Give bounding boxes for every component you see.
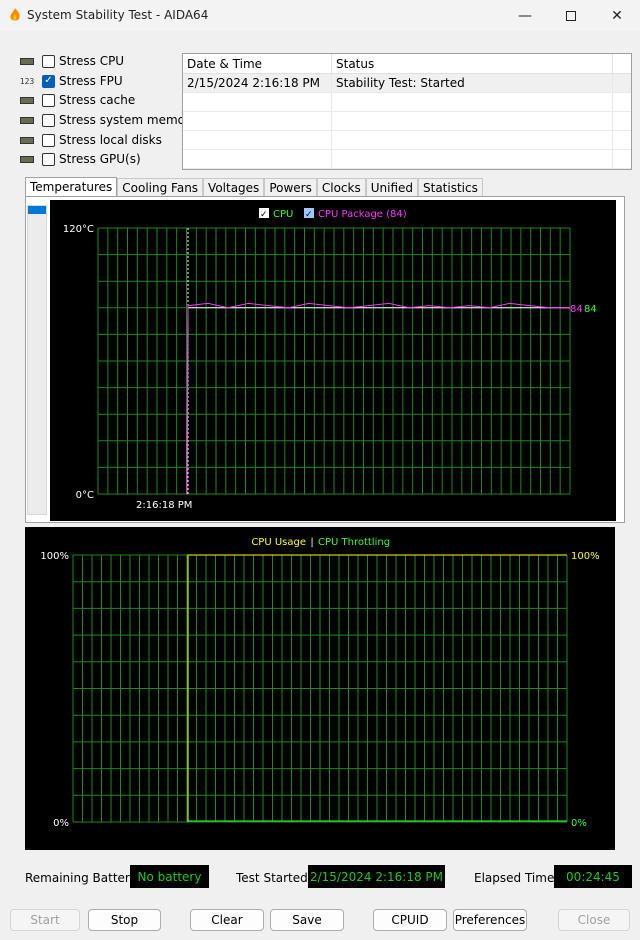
stress-option-label: Stress CPU <box>59 54 125 68</box>
cpu-chip-icon <box>18 54 36 68</box>
battery-value: No battery <box>130 865 209 888</box>
preferences-button[interactable]: Preferences <box>453 909 527 931</box>
legend-label-cpu-package: CPU Package (84) <box>318 209 407 220</box>
tab-temperatures[interactable]: Temperatures <box>25 177 118 197</box>
close-window-button[interactable]: ✕ <box>594 0 640 31</box>
sensor-list-scrollbar[interactable] <box>27 205 47 515</box>
minimize-icon: — <box>518 7 532 24</box>
table-row-empty <box>183 150 631 169</box>
checkbox[interactable]: ✓ <box>42 74 55 88</box>
table-row-empty <box>183 112 631 131</box>
y-tick-label-min: 0°C <box>76 490 94 501</box>
close-button[interactable]: Close <box>558 909 630 931</box>
tab-cooling-fans[interactable]: Cooling Fans <box>117 178 204 197</box>
check-icon: ✓ <box>305 210 313 220</box>
log-time: 2/15/2024 2:16:18 PM <box>183 74 332 92</box>
temperature-legend: ✓ CPU ✓ CPU Package (84) <box>259 208 407 220</box>
start-button[interactable]: Start <box>10 909 80 931</box>
stress-option-stress-cpu[interactable]: Stress CPU <box>18 52 124 70</box>
tab-voltages[interactable]: Voltages <box>203 178 265 197</box>
y-tick-label-min: 0% <box>53 818 69 829</box>
cpu-usage-chart-svg: CPU Usage | CPU Throttling 100% 0% 100% 0% <box>40 537 600 829</box>
current-value-cpu: 84 <box>584 304 597 315</box>
fpu-123-icon: 123 <box>19 76 35 86</box>
series-line-cpu-package <box>186 302 570 495</box>
check-icon: ✓ <box>260 210 268 220</box>
cpuid-button[interactable]: CPUID <box>373 909 447 931</box>
window-title: System Stability Test - AIDA64 <box>27 8 209 22</box>
stress-option-label: Stress cache <box>59 93 136 107</box>
tab-clocks[interactable]: Clocks <box>316 178 366 197</box>
tab-powers[interactable]: Powers <box>264 178 317 197</box>
flame-icon <box>10 8 20 21</box>
maximize-icon <box>566 10 576 21</box>
clear-button[interactable]: Clear <box>190 909 264 931</box>
close-icon: ✕ <box>611 7 623 24</box>
cache-chip-icon <box>18 93 36 107</box>
scroll-thumb[interactable] <box>28 206 46 214</box>
table-row-empty <box>183 131 631 150</box>
tab-statistics[interactable]: Statistics <box>418 178 483 197</box>
test-started-label: Test Started: <box>236 871 312 885</box>
save-button[interactable]: Save <box>270 909 344 931</box>
current-value-cpu-package: 84 <box>570 304 583 315</box>
gpu-monitor-icon <box>18 152 36 166</box>
stress-option-stress-system-memory[interactable]: Stress system memory <box>18 111 197 129</box>
tab-strip: Temperatures Cooling Fans Voltages Powers Cl… <box>25 177 483 197</box>
cpu-usage-chart: CPU Usage | CPU Throttling 100% 0% 100% 0% <box>25 527 615 850</box>
stress-option-label: Stress GPU(s) <box>59 152 141 166</box>
checkbox[interactable] <box>42 133 55 147</box>
battery-label: Remaining Battery: <box>25 871 141 885</box>
column-date-time[interactable]: Date & Time <box>183 54 332 73</box>
log-table[interactable]: Date & Time Status 2/15/2024 2:16:18 PM … <box>182 53 632 170</box>
temperature-chart-svg: ✓ CPU ✓ CPU Package (84) 120°C 0°C 2:16:18 PM 8… <box>63 208 597 511</box>
stress-option-label: Stress local disks <box>59 133 162 147</box>
checkbox[interactable] <box>42 93 55 107</box>
log-header: Date & Time Status <box>183 54 631 74</box>
legend-label-cpu-throttling: CPU Throttling <box>318 537 390 548</box>
y-tick-label-max: 100% <box>40 551 69 562</box>
table-row-empty <box>183 93 631 112</box>
table-row[interactable]: 2/15/2024 2:16:18 PM Stability Test: Sta… <box>183 74 631 93</box>
tab-unified[interactable]: Unified <box>365 178 418 197</box>
stop-button[interactable]: Stop <box>88 909 161 931</box>
log-status: Stability Test: Started <box>332 74 613 92</box>
checkbox[interactable] <box>42 152 55 166</box>
checkbox[interactable] <box>42 54 55 68</box>
maximize-button[interactable] <box>548 0 594 31</box>
column-status[interactable]: Status <box>332 54 613 73</box>
legend-separator: | <box>310 537 313 548</box>
y-tick-label-right-max: 100% <box>571 551 600 562</box>
y-tick-label-max: 120°C <box>63 224 94 235</box>
test-started-value: 2/15/2024 2:16:18 PM <box>308 865 445 888</box>
stress-option-label: Stress FPU <box>59 74 123 88</box>
elapsed-time-label: Elapsed Time: <box>474 871 559 885</box>
temperature-chart: ✓ CPU ✓ CPU Package (84) 120°C 0°C 2:16:18 PM 8… <box>50 200 616 521</box>
checkbox[interactable] <box>42 113 55 127</box>
elapsed-time-value: 00:24:45 <box>554 865 632 888</box>
usage-legend: CPU Usage | CPU Throttling <box>251 537 390 548</box>
disk-drive-icon <box>18 133 36 147</box>
legend-label-cpu-usage: CPU Usage <box>251 537 306 548</box>
stress-option-stress-fpu[interactable]: 123 ✓ Stress FPU <box>18 72 123 90</box>
stress-option-stress-gpu-s[interactable]: Stress GPU(s) <box>18 150 141 168</box>
series-line-cpu <box>186 307 570 495</box>
memory-module-icon <box>18 113 36 127</box>
stress-option-label: Stress system memory <box>59 113 198 127</box>
legend-label-cpu: CPU <box>273 209 293 220</box>
x-tick-label-start: 2:16:18 PM <box>136 500 192 511</box>
minimize-button[interactable]: — <box>502 0 548 31</box>
y-tick-label-right-min: 0% <box>571 818 587 829</box>
title-bar: System Stability Test - AIDA64 — ✕ <box>0 0 640 31</box>
stress-option-stress-local-disks[interactable]: Stress local disks <box>18 131 162 149</box>
stress-option-stress-cache[interactable]: Stress cache <box>18 91 135 109</box>
